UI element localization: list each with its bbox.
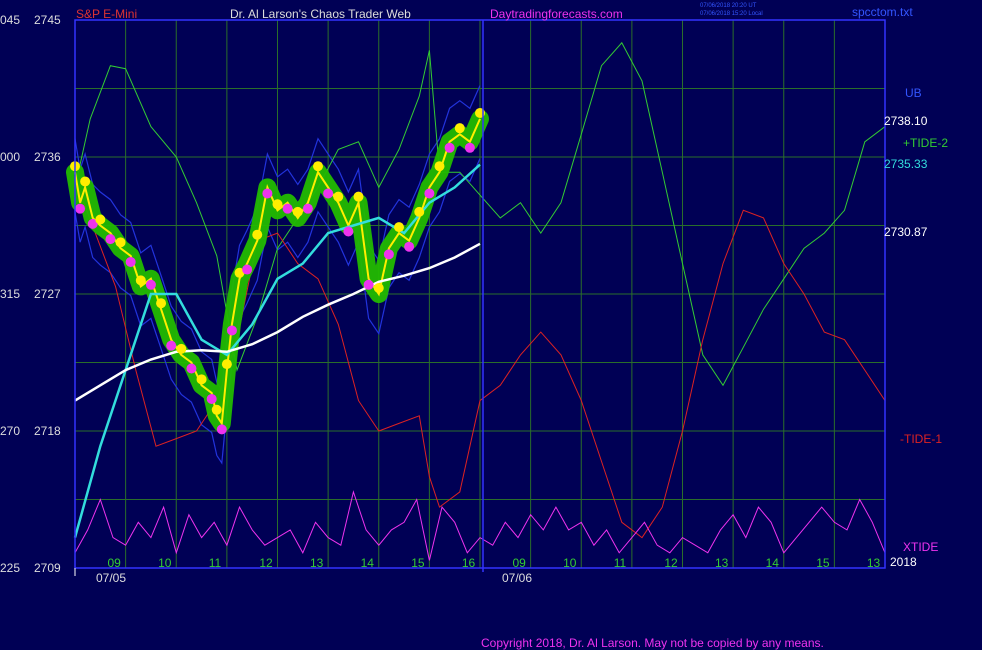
price-marker-low [186,363,197,374]
price-marker-high [221,359,232,370]
xtide-label: XTIDE [903,540,938,554]
price-marker-high [135,275,146,286]
price-marker-low [282,203,293,214]
x-tick-label-hour: 13 [310,556,324,570]
price-marker-low [125,256,136,267]
date-label-2: 07/06 [502,571,532,585]
price-marker-high [80,176,91,187]
date-label-1: 07/05 [96,571,126,585]
x-tick-label-hour: 11 [209,556,222,570]
y-tick-label-price: 2745 [34,13,61,27]
price-marker-low [383,249,394,260]
x-tick-label-hour: 11 [614,556,627,570]
x-tick-label-hour: 12 [259,556,273,570]
price-marker-low [145,279,156,290]
price-marker-high [211,404,222,415]
y-tick-label-price: 2736 [34,150,61,164]
price-marker-high [176,343,187,354]
x-tick-label-hour: 10 [563,556,577,570]
price-marker-low [75,203,86,214]
price-marker-high [292,206,303,217]
price-marker-high [156,298,167,309]
tide-minus1-label: -TIDE-1 [900,432,942,446]
price-marker-low [444,142,455,153]
y-tick-label-price: 2727 [34,287,61,301]
x-tick-label-hour: 15 [411,556,425,570]
price-marker-low [343,226,354,237]
y-tick-label-price: 2709 [34,561,61,575]
y-tick-label-cycle: 225 [0,561,20,575]
timestamp-ut: 07/06/2018 20:20 UT [700,3,757,9]
chart-canvas: S&P E-Mini Dr. Al Larson's Chaos Trader … [0,0,982,650]
chart-title: Dr. Al Larson's Chaos Trader Web [230,7,411,21]
price-marker-low [363,279,374,290]
price-marker-low [404,241,415,252]
price-marker-high [272,199,283,210]
price-marker-high [373,283,384,293]
timestamp-local: 07/06/2018 15:20 Local [700,11,763,17]
ub-label: UB [905,86,922,100]
price-marker-high [434,161,445,172]
symbol-label: S&P E-Mini [76,7,137,21]
y-tick-label-cycle: 045 [0,13,20,27]
price-label-3: 2730.87 [884,225,928,239]
price-marker-high [252,229,263,240]
price-marker-high [353,191,364,202]
price-marker-low [242,264,253,275]
x-tick-label-hour: 14 [766,556,780,570]
copyright: Copyright 2018, Dr. Al Larson. May not b… [481,636,824,650]
price-marker-high [95,214,106,225]
x-tick-label-hour: 10 [158,556,172,570]
price-marker-low [302,203,313,214]
x-tick-label-hour: 15 [816,556,830,570]
file-name: spcctom.txt [852,5,913,19]
x-tick-label-hour: 13 [715,556,729,570]
x-tick-label-hour: 09 [513,556,527,570]
price-marker-low [464,142,475,153]
price-label-2: 2735.33 [884,157,928,171]
y-tick-label-cycle: 000 [0,150,20,164]
year-label: 2018 [890,555,917,569]
y-tick-label-cycle: 270 [0,424,20,438]
price-marker-high [196,374,207,385]
price-marker-high [115,237,126,248]
price-marker-high [313,161,323,172]
price-marker-low [105,234,116,245]
price-marker-high [394,222,404,233]
price-marker-low [262,188,273,199]
x-tick-label-hour: 13 [867,556,881,570]
price-marker-high [414,206,425,217]
price-marker-high [454,123,465,134]
price-marker-low [166,340,177,351]
price-marker-low [226,325,237,336]
price-marker-low [216,424,227,435]
y-tick-label-cycle: 315 [0,287,20,301]
y-tick-label-price: 2718 [34,424,61,438]
x-tick-label-hour: 16 [462,556,476,570]
tide-plus2-label: +TIDE-2 [903,136,948,150]
x-tick-label-hour: 12 [664,556,678,570]
price-marker-low [424,188,435,199]
price-marker-low [206,393,217,404]
price-marker-low [323,188,334,199]
site-link[interactable]: Daytradingforecasts.com [490,7,623,21]
x-tick-label-hour: 14 [361,556,375,570]
x-tick-label-hour: 09 [108,556,122,570]
price-label-1: 2738.10 [884,114,928,128]
price-marker-high [333,191,344,202]
